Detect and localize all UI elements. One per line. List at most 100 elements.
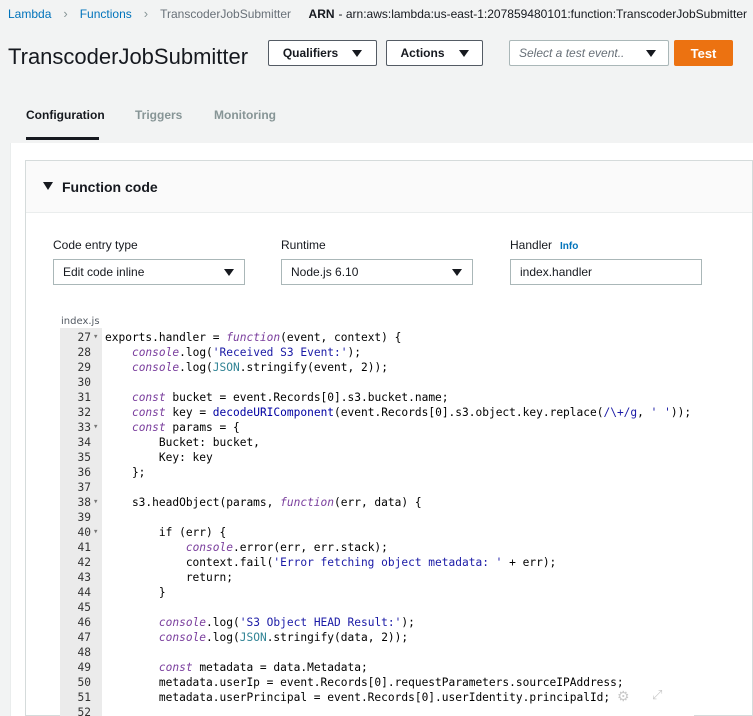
code-text: const bucket = event.Records[0].s3.bucke… (131, 391, 449, 404)
arn-value: - arn:aws:lambda:us-east-1:207859480101:… (338, 7, 747, 21)
code-line[interactable]: 48 (60, 645, 694, 660)
line-number: 31 (77, 391, 91, 404)
fold-arrow-icon[interactable]: ▾ (93, 525, 98, 540)
runtime-label: Runtime (281, 238, 326, 252)
handler-label-row: Handler Info (510, 238, 578, 252)
line-number: 45 (77, 601, 91, 614)
code-line[interactable]: 43 return; (60, 570, 694, 585)
gear-icon[interactable]: ⚙ (617, 688, 631, 704)
line-number: 38 (77, 496, 91, 509)
line-number: 43 (77, 571, 91, 584)
actions-label: Actions (400, 46, 445, 60)
line-number: 37 (77, 481, 91, 494)
line-number: 29 (77, 361, 91, 374)
runtime-select[interactable]: Node.js 6.10 (281, 259, 473, 285)
code-line[interactable]: 49 const metadata = data.Metadata; (60, 660, 694, 675)
code-text: console.log(JSON.stringify(event, 2)); (131, 361, 388, 374)
code-text: context.fail('Error fetching object meta… (105, 556, 557, 569)
code-line[interactable]: 37 (60, 480, 694, 495)
code-line[interactable]: 38 ▾ s3.headObject(params, function(err, … (60, 495, 694, 510)
function-code-header[interactable]: Function code (26, 161, 752, 213)
fold-arrow-icon[interactable]: ▾ (93, 330, 98, 345)
code-entry-select[interactable]: Edit code inline (53, 259, 245, 285)
code-line[interactable]: 45 (60, 600, 694, 615)
line-number: 51 (77, 691, 91, 704)
code-text: console.log('S3 Object HEAD Result:'); (158, 616, 415, 629)
code-line[interactable]: 41 console.error(err, err.stack); (60, 540, 694, 555)
code-line[interactable]: 36 }; (60, 465, 694, 480)
code-editor[interactable]: 27 ▾ exports.handler = function(event, con… (60, 328, 694, 716)
code-line[interactable]: 52 (60, 705, 694, 716)
page-title: TranscoderJobSubmitter (8, 44, 249, 69)
breadcrumb-lambda[interactable]: Lambda (8, 7, 51, 21)
code-line[interactable]: 31 const bucket = event.Records[0].s3.bu… (60, 390, 694, 405)
line-number: 32 (77, 406, 91, 419)
code-line[interactable]: 33 ▾ const params = { (60, 420, 694, 435)
function-code-title: Function code (62, 179, 158, 195)
collapse-caret-icon[interactable] (43, 182, 53, 190)
code-text: if (err) { (105, 526, 227, 539)
code-line[interactable]: 51 metadata.userPrincipal = event.Record… (60, 690, 694, 705)
code-line[interactable]: 42 context.fail('Error fetching object m… (60, 555, 694, 570)
line-number: 52 (77, 706, 91, 716)
code-line[interactable]: 35 Key: key (60, 450, 694, 465)
handler-label: Handler (510, 238, 553, 252)
code-text: Bucket: bucket, (105, 436, 260, 449)
code-line[interactable]: 28 console.log('Received S3 Event:'); (60, 345, 694, 360)
expand-icon[interactable]: ⤢ (652, 687, 666, 702)
code-text: }; (105, 466, 146, 479)
code-entry-value: Edit code inline (63, 265, 145, 279)
actions-button[interactable]: Actions (386, 40, 483, 66)
runtime-value: Node.js 6.10 (291, 265, 359, 279)
active-tab-indicator (26, 137, 99, 140)
code-text: metadata.userIp = event.Records[0].reque… (105, 676, 624, 689)
code-text: const params = { (131, 421, 240, 434)
file-tab-index-js[interactable]: index.js (61, 316, 100, 327)
line-number: 49 (77, 661, 91, 674)
line-number: 50 (77, 676, 91, 689)
code-line[interactable]: 29 console.log(JSON.stringify(event, 2))… (60, 360, 694, 375)
code-line[interactable]: 34 Bucket: bucket, (60, 435, 694, 450)
code-line[interactable]: 50 metadata.userIp = event.Records[0].re… (60, 675, 694, 690)
test-event-select[interactable]: Select a test event.. (509, 40, 669, 66)
handler-info-link[interactable]: Info (560, 241, 578, 252)
qualifiers-label: Qualifiers (282, 46, 339, 60)
breadcrumb-functions[interactable]: Functions (80, 7, 132, 21)
code-entry-label: Code entry type (53, 238, 138, 252)
code-line[interactable]: 46 console.log('S3 Object HEAD Result:')… (60, 615, 694, 630)
code-line[interactable]: 30 (60, 375, 694, 390)
code-line[interactable]: 27 ▾ exports.handler = function(event, con… (60, 330, 694, 345)
code-line[interactable]: 44 } (60, 585, 694, 600)
handler-input[interactable]: index.handler (510, 259, 702, 285)
code-text: } (105, 586, 166, 599)
line-number: 36 (77, 466, 91, 479)
test-button[interactable]: Test (674, 40, 733, 66)
test-event-placeholder: Select a test event.. (519, 46, 625, 60)
fold-arrow-icon[interactable]: ▾ (93, 420, 98, 435)
code-line[interactable]: 32 const key = decodeURIComponent(event.… (60, 405, 694, 420)
line-number: 44 (77, 586, 91, 599)
chevron-right-icon: › (143, 6, 149, 21)
caret-down-icon (458, 49, 469, 57)
tab-bar: Configuration Triggers Monitoring (0, 96, 753, 142)
fold-arrow-icon[interactable]: ▾ (93, 495, 98, 510)
qualifiers-button[interactable]: Qualifiers (268, 40, 377, 66)
caret-down-icon (224, 269, 234, 276)
arn-label: ARN (308, 7, 335, 21)
code-line[interactable]: 39 (60, 510, 694, 525)
line-number: 46 (77, 616, 91, 629)
code-line[interactable]: 40 ▾ if (err) { (60, 525, 694, 540)
caret-down-icon (646, 50, 656, 57)
code-text: metadata.userPrincipal = event.Records[0… (105, 691, 611, 704)
line-number: 47 (77, 631, 91, 644)
code-text: exports.handler = function(event, contex… (105, 331, 402, 344)
tab-configuration[interactable]: Configuration (26, 108, 105, 122)
code-line[interactable]: 47 console.log(JSON.stringify(data, 2)); (60, 630, 694, 645)
code-text: return; (105, 571, 233, 584)
tab-monitoring[interactable]: Monitoring (214, 108, 276, 122)
line-number: 33 (77, 421, 91, 434)
line-number: 27 (77, 331, 91, 344)
tab-triggers[interactable]: Triggers (135, 108, 182, 122)
caret-down-icon (452, 269, 462, 276)
line-number: 40 (77, 526, 91, 539)
